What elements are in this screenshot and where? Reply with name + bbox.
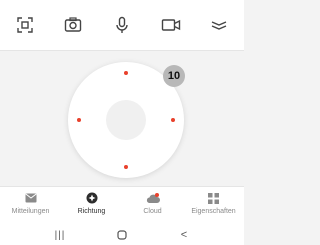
down-indicator[interactable] <box>124 165 128 169</box>
top-toolbar <box>0 0 244 51</box>
tab-label: Mitteilungen <box>11 208 50 215</box>
direction-pad-center[interactable] <box>106 100 146 140</box>
back-icon: < <box>180 229 188 241</box>
up-indicator[interactable] <box>124 71 128 75</box>
screenshot-frame-icon[interactable] <box>10 10 40 40</box>
bottom-tab-bar: Mitteilungen Richtung Cloud Eigenschafte… <box>0 186 244 225</box>
video-record-icon[interactable] <box>156 10 186 40</box>
tab-cloud[interactable]: Cloud <box>122 191 183 223</box>
tab-mitteilungen[interactable]: Mitteilungen <box>0 191 61 223</box>
right-indicator[interactable] <box>171 118 175 122</box>
camera-icon[interactable] <box>58 10 88 40</box>
tab-label: Richtung <box>77 208 106 215</box>
tab-richtung[interactable]: Richtung <box>61 191 122 223</box>
home-button[interactable] <box>102 225 142 245</box>
message-icon <box>24 193 37 203</box>
direction-icon <box>86 192 97 204</box>
home-icon <box>117 230 127 240</box>
system-nav-bar: ||| < <box>0 225 244 245</box>
back-button[interactable]: < <box>164 225 204 245</box>
recent-apps-button[interactable]: ||| <box>40 225 80 245</box>
tab-label: Eigenschaften <box>191 208 236 215</box>
cloud-icon <box>146 192 160 203</box>
tab-eigenschaften[interactable]: Eigenschaften <box>183 191 244 223</box>
step-count-badge: 10 <box>163 65 185 87</box>
microphone-icon[interactable] <box>107 10 137 40</box>
grid-icon <box>208 192 219 204</box>
menu-chevron-icon[interactable] <box>204 10 234 40</box>
tab-label: Cloud <box>143 208 162 215</box>
left-indicator[interactable] <box>77 118 81 122</box>
recent-apps-icon: ||| <box>54 229 66 241</box>
